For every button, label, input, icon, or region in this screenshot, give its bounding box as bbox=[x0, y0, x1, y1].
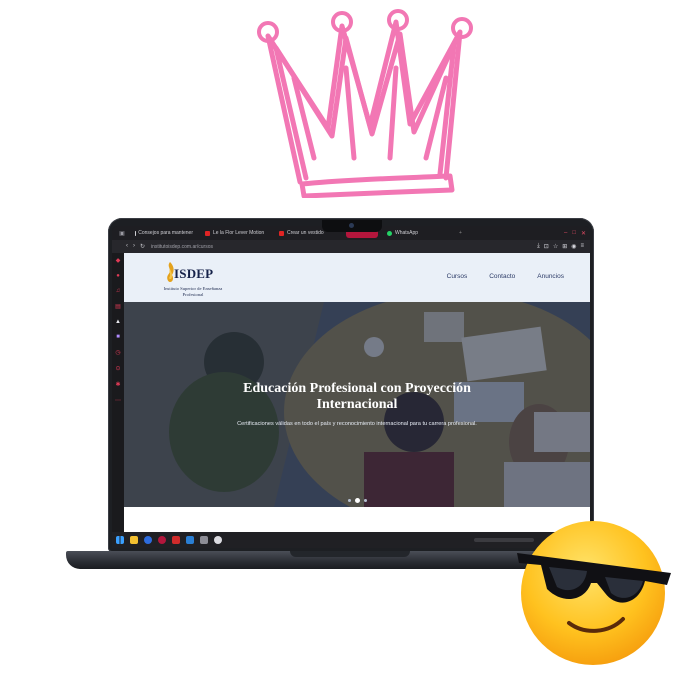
sidebar-home-icon[interactable]: ◆ bbox=[116, 257, 121, 264]
tab-label: Consejos para mantener bbox=[138, 230, 193, 236]
sidebar-ai-icon[interactable]: ▲ bbox=[115, 319, 121, 325]
profile-icon[interactable]: ◉ bbox=[571, 243, 576, 250]
vscode-icon[interactable] bbox=[186, 536, 194, 544]
tab-label: Crear un vestido bbox=[287, 230, 324, 236]
file-explorer-icon[interactable] bbox=[130, 536, 138, 544]
minimize-icon[interactable]: – bbox=[564, 230, 567, 237]
site-logo-name[interactable]: ISDEP bbox=[174, 266, 213, 282]
maximize-icon[interactable]: □ bbox=[572, 230, 576, 237]
laptop-screen: ▣ Consejos para mantener Le la Flor Leve… bbox=[112, 226, 590, 548]
laptop-base-groove bbox=[290, 551, 410, 557]
new-tab-button[interactable]: + bbox=[456, 228, 465, 238]
bookmark-icon[interactable]: ☆ bbox=[553, 243, 558, 250]
sidebar-settings-icon[interactable]: ✱ bbox=[115, 381, 120, 388]
webcam-icon bbox=[349, 223, 354, 228]
tab-controls[interactable]: ▣ bbox=[112, 226, 132, 240]
sidebar-app-icon[interactable]: ■ bbox=[116, 334, 120, 340]
browser-tab[interactable]: WhatsApp bbox=[384, 228, 450, 238]
hero-subtitle: Certificaciones válidas en todo el país … bbox=[237, 421, 477, 427]
sidebar-music-icon[interactable]: ♫ bbox=[116, 288, 121, 294]
extensions-icon[interactable]: ⊞ bbox=[562, 243, 567, 250]
site-navigation: Cursos Contacto Anuncios bbox=[447, 273, 564, 280]
tab-label: Le la Flor Lever Motion bbox=[213, 230, 265, 236]
close-icon[interactable]: ✕ bbox=[581, 230, 586, 237]
url-input[interactable]: institutoisdep.com.ar/cursos bbox=[151, 243, 271, 251]
carousel-dot[interactable] bbox=[348, 499, 351, 502]
navigation-buttons: ‹ › ↻ bbox=[112, 243, 151, 250]
download-icon[interactable]: ⤓ bbox=[537, 243, 540, 250]
browser-tab[interactable]: Le la Flor Lever Motion bbox=[202, 228, 270, 238]
menu-icon[interactable]: ≡ bbox=[580, 243, 584, 250]
carousel-dot[interactable] bbox=[364, 499, 367, 502]
carousel-dot-active[interactable] bbox=[355, 498, 360, 503]
site-header: ISDEP Instituto Superior de Enseñanza Pr… bbox=[124, 253, 590, 302]
site-logo-subtitle: Instituto Superior de Enseñanza Profesio… bbox=[163, 286, 223, 297]
sidebar-messenger-icon[interactable]: ● bbox=[116, 273, 120, 279]
hero-title: Educación Profesional con Proyección Int… bbox=[243, 381, 471, 412]
browser-address-bar: ‹ › ↻ institutoisdep.com.ar/cursos ⤓ ⊡ ☆… bbox=[112, 240, 590, 253]
screenshot-canvas: ▣ Consejos para mantener Le la Flor Leve… bbox=[0, 0, 700, 700]
window-controls: – □ ✕ bbox=[564, 230, 590, 237]
web-page: ISDEP Instituto Superior de Enseñanza Pr… bbox=[124, 253, 590, 532]
app-icon-gray[interactable] bbox=[200, 536, 208, 544]
browser-tab[interactable]: Consejos para mantener bbox=[132, 228, 196, 238]
youtube-favicon-icon bbox=[205, 230, 210, 236]
reload-icon[interactable]: ↻ bbox=[140, 243, 145, 250]
nav-link-anuncios[interactable]: Anuncios bbox=[537, 273, 564, 280]
tab-label: WhatsApp bbox=[395, 230, 419, 236]
app-icon-red[interactable] bbox=[172, 536, 180, 544]
hero-banner: Educación Profesional con Proyección Int… bbox=[124, 302, 590, 507]
sidebar-more-icon[interactable]: ⋯ bbox=[115, 397, 121, 404]
workspaces-icon[interactable]: ▣ bbox=[119, 230, 125, 237]
back-icon[interactable]: ‹ bbox=[126, 243, 128, 250]
browser-toolbar-icons: ⤓ ⊡ ☆ ⊞ ◉ ≡ bbox=[537, 243, 590, 250]
browser-sidebar: ◆ ● ♫ ▤ ▲ ■ ◷ ⊙ ✱ ⋯ bbox=[112, 253, 124, 537]
crown-doodle-icon bbox=[257, 9, 473, 198]
nav-link-contacto[interactable]: Contacto bbox=[489, 273, 515, 280]
youtube-favicon-icon bbox=[279, 230, 284, 236]
carousel-indicators bbox=[348, 498, 367, 503]
screenshot-icon[interactable]: ⊡ bbox=[544, 243, 549, 250]
app-icon-blue[interactable] bbox=[144, 536, 152, 544]
windows-start-icon[interactable] bbox=[116, 536, 124, 544]
sidebar-bookmarks-icon[interactable]: ▤ bbox=[115, 303, 121, 310]
app-icon-white[interactable] bbox=[214, 536, 222, 544]
sidebar-clock-icon[interactable]: ⊙ bbox=[115, 365, 120, 372]
opera-icon[interactable] bbox=[158, 536, 166, 544]
whatsapp-favicon-icon bbox=[387, 230, 392, 236]
nav-link-cursos[interactable]: Cursos bbox=[447, 273, 468, 280]
sunglasses-emoji-icon bbox=[517, 521, 671, 665]
forward-icon[interactable]: › bbox=[133, 243, 135, 250]
sidebar-history-icon[interactable]: ◷ bbox=[115, 349, 120, 356]
